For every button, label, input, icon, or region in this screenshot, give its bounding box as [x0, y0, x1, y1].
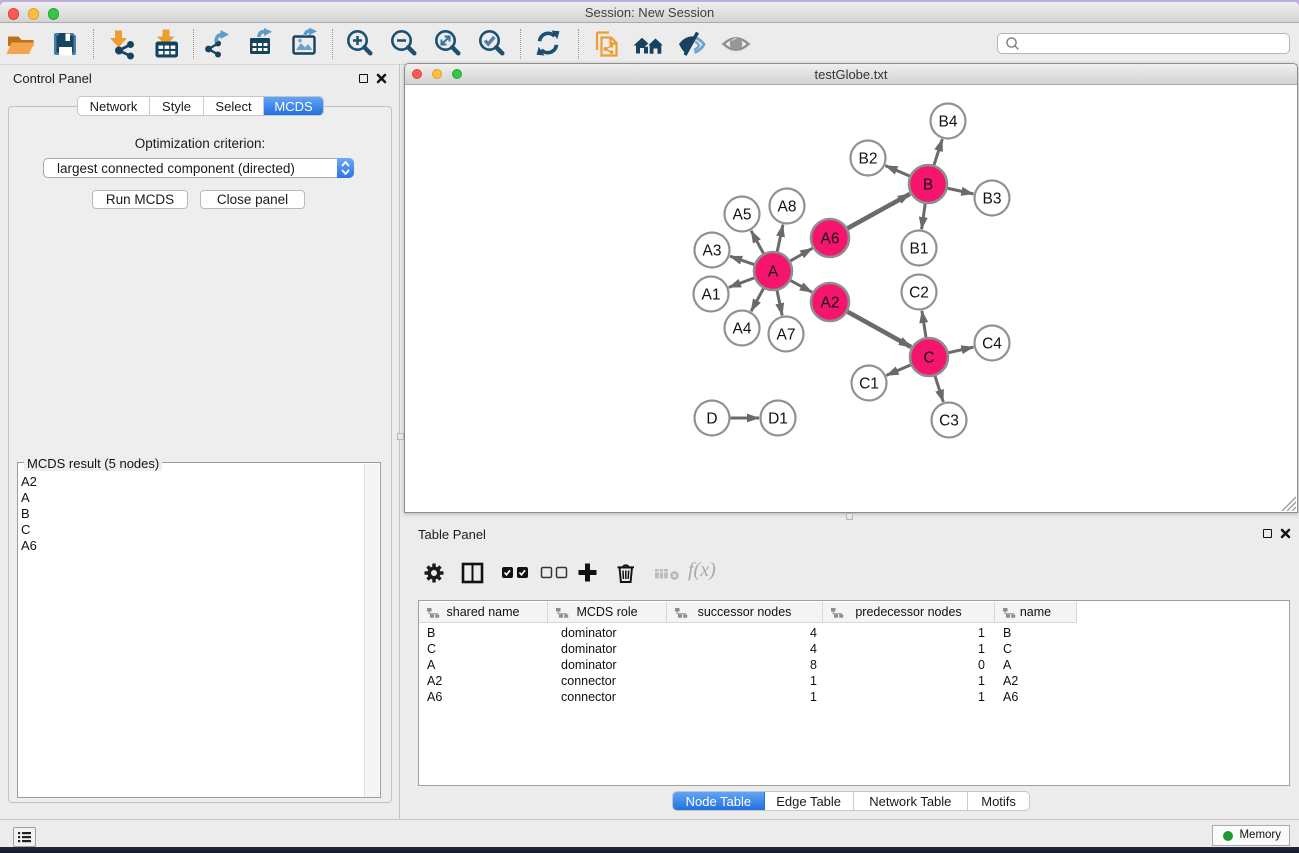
svg-text:D1: D1 — [768, 411, 788, 428]
svg-text:C1: C1 — [859, 376, 879, 393]
svg-text:B3: B3 — [983, 191, 1002, 208]
svg-text:A4: A4 — [733, 321, 752, 338]
svg-text:C3: C3 — [939, 413, 959, 430]
svg-text:A2: A2 — [821, 295, 840, 312]
svg-text:A3: A3 — [703, 243, 722, 260]
svg-text:A6: A6 — [821, 231, 840, 248]
svg-text:B1: B1 — [910, 241, 929, 258]
svg-text:A1: A1 — [702, 287, 721, 304]
svg-text:C4: C4 — [982, 336, 1002, 353]
svg-text:A8: A8 — [778, 199, 797, 216]
svg-text:D: D — [706, 411, 717, 428]
svg-text:C: C — [923, 350, 934, 367]
svg-text:B4: B4 — [939, 114, 958, 131]
svg-text:B: B — [923, 177, 933, 194]
svg-text:A5: A5 — [733, 207, 752, 224]
svg-text:C2: C2 — [909, 285, 929, 302]
svg-text:B2: B2 — [859, 151, 878, 168]
svg-text:A7: A7 — [777, 327, 796, 344]
svg-text:A: A — [768, 264, 779, 281]
